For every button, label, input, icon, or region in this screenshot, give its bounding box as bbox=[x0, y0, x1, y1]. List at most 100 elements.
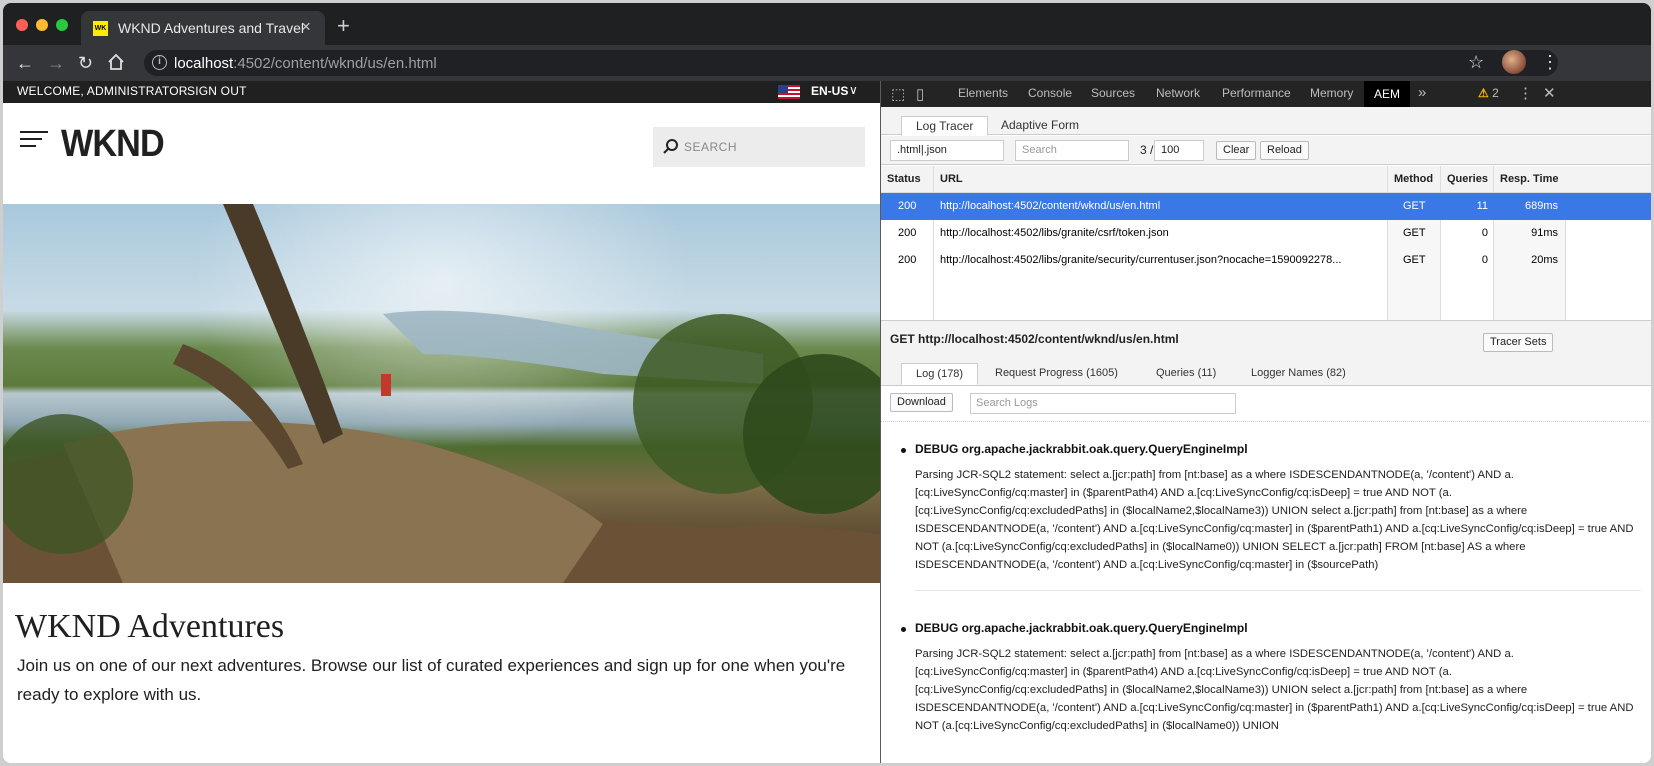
back-icon[interactable]: ← bbox=[16, 53, 34, 73]
tab-strip: WK WKND Adventures and Travel × + bbox=[3, 3, 1651, 45]
devtools-tabbar: ⬚ ▯ Elements Console Sources Network Per… bbox=[881, 81, 1651, 107]
row-queries: 0 bbox=[1481, 254, 1488, 266]
browser-window: WK WKND Adventures and Travel × + ← → ↻ … bbox=[3, 3, 1651, 763]
row-time: 689ms bbox=[1524, 200, 1558, 212]
clear-button[interactable]: Clear bbox=[1216, 141, 1257, 160]
tracer-sets-button[interactable]: Tracer Sets bbox=[1483, 333, 1554, 352]
column-status[interactable]: Status bbox=[881, 166, 934, 193]
tab-performance[interactable]: Performance bbox=[1222, 86, 1291, 100]
log-toolbar: Download Search Logs bbox=[881, 385, 1651, 422]
row-method: GET bbox=[1403, 254, 1426, 266]
page-intro-text: Join us on one of our next adventures. B… bbox=[17, 656, 846, 704]
row-status: 200 bbox=[898, 254, 917, 266]
site-search-input[interactable]: SEARCH bbox=[653, 127, 865, 167]
table-row[interactable]: 200 http://localhost:4502/content/wknd/u… bbox=[881, 193, 1651, 220]
wknd-favicon-icon: WK bbox=[93, 21, 108, 36]
log-level-logger: DEBUG org.apache.jackrabbit.oak.query.Qu… bbox=[915, 621, 1248, 635]
reload-button[interactable]: Reload bbox=[1260, 141, 1309, 160]
tab-network[interactable]: Network bbox=[1156, 86, 1200, 100]
minimize-window-button[interactable] bbox=[36, 19, 48, 31]
warnings-count: 2 bbox=[1492, 86, 1499, 100]
reload-icon[interactable]: ↻ bbox=[78, 53, 93, 73]
tab-logger-names[interactable]: Logger Names (82) bbox=[1237, 363, 1360, 385]
row-queries: 0 bbox=[1481, 227, 1488, 239]
request-limit-input[interactable]: 100 bbox=[1154, 140, 1204, 161]
tab-memory[interactable]: Memory bbox=[1310, 86, 1353, 100]
info-icon[interactable]: i bbox=[152, 55, 167, 70]
url-host: localhost bbox=[174, 55, 234, 72]
tab-log-tracer[interactable]: Log Tracer bbox=[901, 116, 989, 136]
address-bar: ← → ↻ i localhost:4502/content/wknd/us/e… bbox=[3, 45, 1651, 81]
page-title: WKND Adventures bbox=[15, 608, 285, 645]
tab-adaptive-form[interactable]: Adaptive Form bbox=[987, 116, 1093, 136]
sign-out-link[interactable]: SIGN OUT bbox=[187, 84, 247, 98]
welcome-text: WELCOME, ADMINISTRATOR bbox=[17, 84, 188, 98]
row-method: GET bbox=[1403, 200, 1426, 212]
row-method: GET bbox=[1403, 227, 1426, 239]
url-filter-input[interactable]: .html|.json bbox=[890, 140, 1004, 161]
row-status: 200 bbox=[898, 227, 917, 239]
table-row[interactable]: 200 http://localhost:4502/libs/granite/s… bbox=[881, 247, 1651, 274]
close-window-button[interactable] bbox=[16, 19, 28, 31]
row-status: 200 bbox=[898, 200, 917, 212]
devtools-menu-icon[interactable]: ⋮ bbox=[1518, 84, 1533, 102]
tab-close-icon[interactable]: × bbox=[301, 18, 311, 36]
home-icon[interactable] bbox=[107, 53, 125, 75]
tab-request-progress[interactable]: Request Progress (1605) bbox=[981, 363, 1132, 385]
device-toolbar-icon[interactable]: ▯ bbox=[916, 85, 924, 103]
tab-aem[interactable]: AEM bbox=[1364, 81, 1411, 107]
tab-queries[interactable]: Queries (11) bbox=[1142, 363, 1230, 385]
aem-panel-tabs: Log Tracer Adaptive Form bbox=[881, 107, 1651, 136]
tab-sources[interactable]: Sources bbox=[1091, 86, 1135, 100]
row-url: http://localhost:4502/content/wknd/us/en… bbox=[940, 200, 1161, 212]
menu-icon[interactable]: ⋮ bbox=[1541, 51, 1559, 73]
list-item: DEBUG org.apache.jackrabbit.oak.query.Qu… bbox=[901, 442, 1641, 591]
close-devtools-icon[interactable]: ✕ bbox=[1543, 84, 1556, 102]
avatar[interactable] bbox=[1502, 50, 1526, 74]
search-logs-input[interactable]: Search Logs bbox=[970, 393, 1236, 414]
request-table: Status URL Method Queries Resp. Time 200… bbox=[881, 166, 1651, 320]
request-filter-bar: .html|.json Search 3 / 100 Clear Reload bbox=[881, 136, 1651, 165]
row-url: http://localhost:4502/libs/granite/csrf/… bbox=[940, 227, 1169, 239]
request-detail: GET http://localhost:4502/content/wknd/u… bbox=[881, 320, 1651, 763]
forward-icon[interactable]: → bbox=[47, 53, 65, 73]
log-message: Parsing JCR-SQL2 statement: select a.[jc… bbox=[915, 469, 1634, 571]
tab-console[interactable]: Console bbox=[1028, 86, 1072, 100]
url-field[interactable]: i localhost:4502/content/wknd/us/en.html… bbox=[144, 50, 1558, 76]
zoom-window-button[interactable] bbox=[56, 19, 68, 31]
column-method[interactable]: Method bbox=[1388, 166, 1441, 193]
bullet bbox=[901, 448, 906, 453]
download-button[interactable]: Download bbox=[890, 393, 953, 412]
site-header: WKND SEARCH bbox=[3, 103, 880, 203]
browser-tab[interactable]: WK WKND Adventures and Travel × bbox=[81, 11, 325, 45]
table-row[interactable]: 200 http://localhost:4502/libs/granite/c… bbox=[881, 220, 1651, 247]
column-url[interactable]: URL bbox=[934, 166, 1388, 193]
url-text: localhost:4502/content/wknd/us/en.html bbox=[174, 55, 437, 72]
log-entry-header: DEBUG org.apache.jackrabbit.oak.query.Qu… bbox=[901, 442, 1641, 456]
log-level-logger: DEBUG org.apache.jackrabbit.oak.query.Qu… bbox=[915, 442, 1248, 456]
warning-icon: ⚠ bbox=[1478, 86, 1489, 100]
request-count-label: 3 / bbox=[1140, 143, 1154, 157]
warnings-badge[interactable]: ⚠ 2 bbox=[1478, 86, 1499, 100]
chevron-down-icon[interactable]: ∨ bbox=[849, 83, 858, 97]
search-icon bbox=[663, 139, 678, 154]
tab-title: WKND Adventures and Travel bbox=[118, 20, 304, 36]
tab-log[interactable]: Log (178) bbox=[901, 363, 979, 385]
star-icon[interactable]: ☆ bbox=[1468, 52, 1484, 73]
log-entry-header: DEBUG org.apache.jackrabbit.oak.query.Qu… bbox=[901, 621, 1641, 635]
list-item: DEBUG org.apache.jackrabbit.oak.query.Qu… bbox=[901, 621, 1641, 735]
tab-elements[interactable]: Elements bbox=[958, 86, 1008, 100]
language-selector[interactable]: EN-US bbox=[811, 84, 848, 98]
hamburger-menu-icon[interactable] bbox=[20, 131, 48, 149]
more-tabs-icon[interactable]: » bbox=[1418, 84, 1426, 101]
search-placeholder: SEARCH bbox=[684, 140, 738, 154]
inspect-element-icon[interactable]: ⬚ bbox=[891, 85, 905, 103]
new-tab-button[interactable]: + bbox=[337, 15, 350, 37]
column-queries[interactable]: Queries bbox=[1441, 166, 1494, 193]
wknd-logo[interactable]: WKND bbox=[61, 123, 165, 166]
log-message: Parsing JCR-SQL2 statement: select a.[jc… bbox=[915, 648, 1634, 732]
column-resp-time[interactable]: Resp. Time bbox=[1494, 166, 1651, 193]
us-flag-icon bbox=[778, 85, 800, 99]
request-search-input[interactable]: Search bbox=[1015, 140, 1129, 161]
url-path: :4502/content/wknd/us/en.html bbox=[233, 55, 437, 72]
